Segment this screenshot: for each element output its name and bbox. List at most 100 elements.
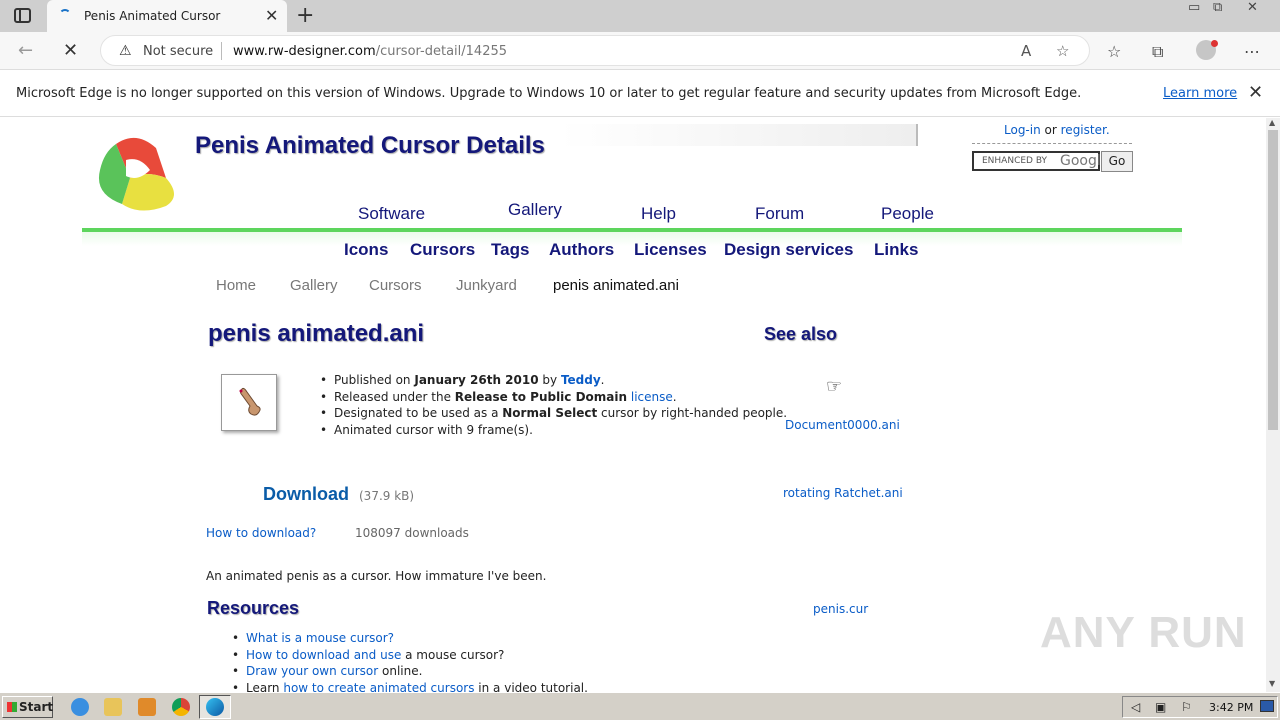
resource-link[interactable]: Draw your own cursor — [246, 664, 378, 678]
more-menu-icon[interactable]: ⋯ — [1244, 42, 1260, 61]
register-link[interactable]: register. — [1061, 123, 1110, 137]
learn-more-link[interactable]: Learn more — [1163, 86, 1237, 101]
search-placeholder: ENHANCED BY — [982, 156, 1048, 166]
login-area: Log-in or register. — [1004, 123, 1110, 137]
license-link[interactable]: license — [631, 390, 673, 404]
header-gradient — [560, 124, 918, 146]
address-bar[interactable]: ⚠ Not secure www.rw-designer.com/cursor-… — [100, 35, 1090, 66]
how-to-download-link[interactable]: How to download? — [206, 526, 316, 540]
cursor-description: An animated penis as a cursor. How immat… — [206, 569, 547, 583]
fact-published-date: January 26th 2010 — [414, 373, 539, 387]
taskbar: Start ◁ ▣ ⚐ 3:42 PM — [0, 692, 1280, 720]
login-link[interactable]: Log-in — [1004, 123, 1041, 137]
tab-actions-icon[interactable] — [14, 8, 31, 23]
fact-published-prefix: Published on — [334, 373, 415, 387]
start-button[interactable]: Start — [2, 696, 53, 718]
download-count: 108097 downloads — [355, 526, 469, 540]
fact-released-prefix: Released under the — [334, 389, 455, 404]
collections-icon[interactable]: ⧉ — [1152, 42, 1163, 62]
minimize-icon[interactable]: ▭ — [1188, 0, 1200, 15]
tab-close-icon[interactable]: ✕ — [265, 6, 278, 25]
fact-frames: Animated cursor with 9 frame(s). — [320, 422, 787, 439]
stop-icon[interactable]: ✕ — [63, 40, 78, 61]
resource-link[interactable]: How to download and use — [246, 648, 401, 662]
breadcrumb-junkyard[interactable]: Junkyard — [456, 277, 517, 294]
breadcrumb-cursors[interactable]: Cursors — [369, 277, 422, 294]
see-also-item[interactable]: rotating Ratchet.ani — [783, 486, 903, 500]
see-also-item[interactable]: Document0000.ani — [785, 418, 900, 432]
subnav-licenses[interactable]: Licenses — [634, 240, 707, 260]
add-favorite-icon[interactable]: ☆ — [1056, 42, 1069, 60]
scroll-up-icon[interactable]: ▲ — [1269, 118, 1275, 127]
resource-link[interactable]: how to create animated cursors — [283, 681, 474, 693]
resource-item: Learn how to create animated cursors in … — [232, 680, 588, 693]
search-brand: Googl — [1060, 153, 1101, 169]
see-also-title: See also — [764, 324, 838, 344]
resources-list: What is a mouse cursor? How to download … — [232, 630, 588, 693]
subnav-tags[interactable]: Tags — [491, 240, 529, 260]
ie-icon[interactable] — [71, 698, 89, 716]
profile-avatar[interactable] — [1196, 40, 1218, 60]
subnav-cursors[interactable]: Cursors — [410, 240, 475, 260]
volume-icon[interactable]: ◁ — [1131, 700, 1140, 714]
read-aloud-icon[interactable]: A — [1021, 42, 1031, 60]
subnav-icons[interactable]: Icons — [344, 240, 388, 260]
show-desktop-icon[interactable] — [1260, 700, 1274, 712]
subnav-links[interactable]: Links — [874, 240, 918, 260]
scroll-down-icon[interactable]: ▼ — [1269, 679, 1275, 688]
media-player-icon[interactable] — [138, 698, 156, 716]
header-title: Penis Animated Cursor Details — [195, 132, 545, 159]
flag-icon[interactable]: ⚐ — [1181, 700, 1192, 714]
download-link[interactable]: Download — [263, 484, 349, 505]
tab-active[interactable]: Penis Animated Cursor ✕ — [47, 0, 287, 32]
anyrun-watermark: ANY RUN — [1040, 608, 1247, 657]
site-logo[interactable] — [96, 134, 180, 212]
nav-gallery[interactable]: Gallery — [508, 200, 562, 220]
fact-designated-suffix: cursor by right-handed people. — [597, 406, 788, 420]
breadcrumb-gallery[interactable]: Gallery — [290, 277, 338, 294]
url-text[interactable]: www.rw-designer.com/cursor-detail/14255 — [233, 44, 507, 59]
resource-item: How to download and use a mouse cursor? — [232, 647, 588, 664]
explorer-icon[interactable] — [104, 698, 122, 716]
fact-cursor-role: Normal Select — [502, 406, 598, 420]
subnav-design-services[interactable]: Design services — [724, 240, 853, 260]
author-link[interactable]: Teddy — [561, 373, 601, 387]
taskbar-edge-active[interactable] — [199, 695, 231, 719]
resource-prefix: Learn — [246, 680, 284, 693]
nav-forum[interactable]: Forum — [755, 204, 804, 224]
nav-software[interactable]: Software — [358, 204, 425, 224]
toolbar: ← ✕ ⚠ Not secure www.rw-designer.com/cur… — [0, 32, 1280, 70]
network-icon[interactable]: ▣ — [1155, 700, 1166, 714]
scrollbar-thumb[interactable] — [1268, 130, 1278, 430]
address-separator — [221, 42, 222, 60]
url-path: /cursor-detail/14255 — [375, 44, 508, 59]
chrome-icon[interactable] — [172, 698, 190, 716]
not-secure-label[interactable]: Not secure — [143, 44, 213, 59]
search-input[interactable]: ENHANCED BY Googl — [972, 151, 1101, 171]
vertical-scrollbar[interactable]: ▲ ▼ — [1266, 118, 1280, 692]
web-page: Penis Animated Cursor Details Log-in or … — [0, 118, 1266, 692]
unsupported-infobar: Microsoft Edge is no longer supported on… — [0, 71, 1280, 117]
restore-icon[interactable]: ⧉ — [1213, 0, 1222, 15]
window-close-icon[interactable]: ✕ — [1247, 0, 1258, 15]
breadcrumb-home[interactable]: Home — [216, 277, 256, 294]
see-also-item[interactable]: penis.cur — [813, 602, 868, 616]
tab-bar: Penis Animated Cursor ✕ + ▭ ⧉ ✕ — [0, 0, 1280, 32]
subnav-authors[interactable]: Authors — [549, 240, 614, 260]
infobar-close-icon[interactable]: ✕ — [1248, 82, 1263, 103]
search-go-button[interactable]: Go — [1101, 151, 1133, 172]
fact-published: Published on January 26th 2010 by Teddy. — [320, 372, 787, 389]
fact-by: by — [538, 373, 561, 387]
fact-license: Released under the Release to Public Dom… — [320, 389, 787, 406]
new-tab-icon[interactable]: + — [296, 3, 314, 28]
warning-icon: ⚠ — [119, 43, 132, 59]
infobar-text: Microsoft Edge is no longer supported on… — [16, 86, 1082, 101]
nav-help[interactable]: Help — [641, 204, 676, 224]
nav-people[interactable]: People — [881, 204, 934, 224]
resource-link[interactable]: What is a mouse cursor? — [246, 631, 394, 645]
cursor-facts: Published on January 26th 2010 by Teddy.… — [320, 372, 788, 439]
resource-suffix: online. — [378, 664, 423, 678]
url-host: www.rw-designer.com — [233, 44, 376, 59]
favorites-icon[interactable]: ☆ — [1107, 42, 1121, 61]
back-icon[interactable]: ← — [18, 40, 33, 61]
